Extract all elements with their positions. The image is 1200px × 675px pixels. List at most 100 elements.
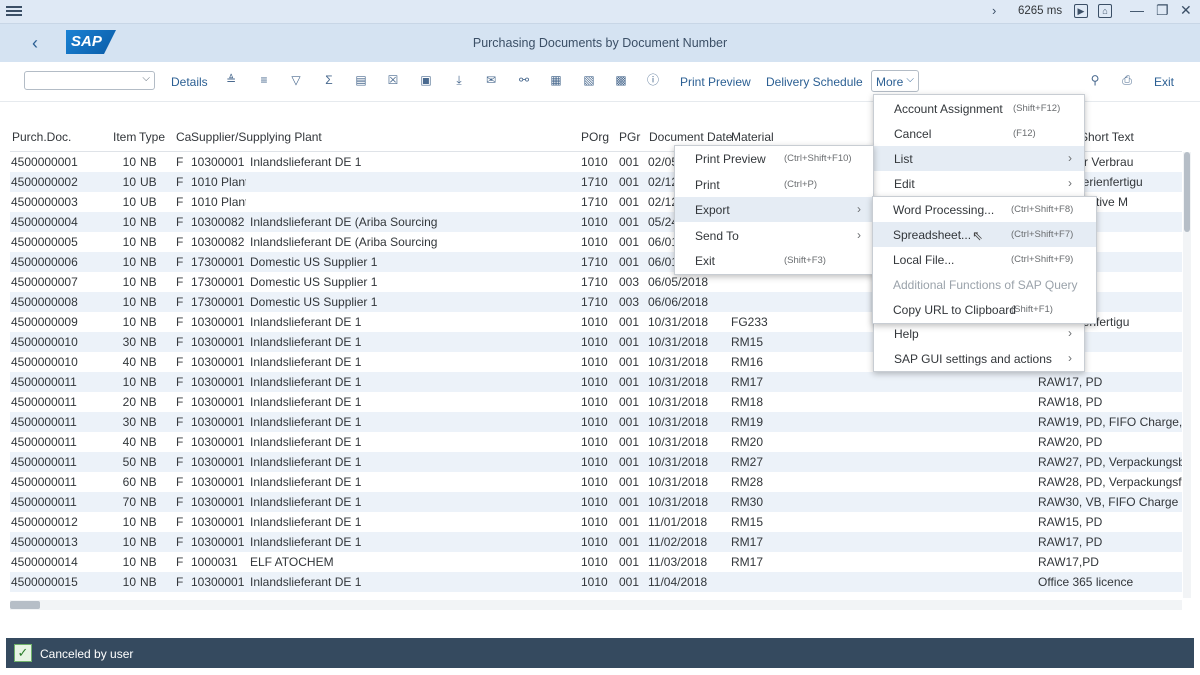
chevron-right-icon: › [1068, 176, 1072, 190]
scroll-thumb[interactable] [1184, 152, 1190, 232]
chevron-right-icon: › [857, 227, 861, 242]
status-message: Canceled by user [40, 647, 134, 661]
menu-item-label: Cancel [894, 127, 932, 141]
search-icon[interactable]: ⚲ [1088, 73, 1102, 87]
table-row[interactable]: 4500000011 30 NB F 10300001 Inlandslieferant … [10, 412, 1182, 432]
column-header[interactable]: Short Text [1080, 130, 1134, 144]
vertical-scrollbar[interactable] [1183, 152, 1191, 598]
graphic-icon[interactable]: ⚯ [517, 73, 531, 87]
exit-button[interactable]: Exit [1154, 75, 1174, 89]
menu-item-sap-gui-settings-and-actions[interactable]: SAP GUI settings and actions › [874, 346, 1084, 371]
menu-item-export[interactable]: Export › [675, 197, 873, 222]
table-cell: 1010 Plant 1 DE [191, 175, 246, 189]
menu-item-list[interactable]: List › [874, 146, 1084, 171]
table-cell: 4500000001 [11, 155, 78, 169]
save-layout-icon[interactable]: ▩ [614, 73, 628, 87]
menu-icon[interactable] [6, 4, 22, 18]
sort-descending-icon[interactable]: ≡ [257, 73, 271, 87]
menu-item-spreadsheet[interactable]: Spreadsheet... (Ctrl+Shift+F7) [873, 222, 1096, 247]
mail-icon[interactable]: ✉ [484, 73, 498, 87]
minimize-icon[interactable]: — [1130, 2, 1144, 18]
menu-item-local-file[interactable]: Local File... (Ctrl+Shift+F9) [873, 247, 1096, 272]
delivery-schedule-button[interactable]: Delivery Schedule [766, 75, 863, 89]
menu-item-exit[interactable]: Exit (Shift+F3) [675, 248, 873, 273]
table-cell: NB [140, 275, 157, 289]
horizontal-scrollbar[interactable] [10, 600, 1182, 610]
print-icon[interactable]: ⎙ [1120, 73, 1134, 87]
table-cell: 10300001 [191, 535, 245, 549]
column-header[interactable]: Purch.Doc. [12, 130, 71, 144]
choose-layout-icon[interactable]: ▧ [582, 73, 596, 87]
subtotal-icon[interactable]: ▤ [354, 73, 368, 87]
table-row[interactable]: 4500000011 50 NB F 10300001 Inlandslieferant … [10, 452, 1182, 472]
table-cell: RAW28, PD, Verpackungsfol [1038, 475, 1182, 489]
table-cell: 1010 [581, 575, 608, 589]
table-row[interactable]: 4500000013 10 NB F 10300001 Inlandslieferant … [10, 532, 1182, 552]
table-cell: 4500000010 [11, 335, 78, 349]
details-button[interactable]: Details [171, 75, 208, 89]
info-icon[interactable]: ⓘ [646, 73, 660, 87]
menu-item-shortcut: (Shift+F1) [1011, 304, 1053, 315]
column-header[interactable]: Supplier/Supplying Plant [191, 130, 322, 144]
menu-item-send-to[interactable]: Send To › [675, 223, 873, 248]
table-cell: NB [140, 395, 157, 409]
table-cell: F [176, 495, 184, 509]
sum-icon[interactable]: Σ [322, 73, 336, 87]
column-header[interactable]: POrg [581, 130, 609, 144]
column-header[interactable]: PGr [619, 130, 640, 144]
table-cell: 1010 Plant 1 DE [191, 195, 246, 209]
print-preview-button[interactable]: Print Preview [680, 75, 751, 89]
table-cell: RAW18, PD [1038, 395, 1103, 409]
table-row[interactable]: 4500000011 60 NB F 10300001 Inlandslieferant … [10, 472, 1182, 492]
table-cell: RAW20, PD [1038, 435, 1103, 449]
success-check-icon[interactable]: ✓ [14, 644, 32, 662]
table-row[interactable]: 4500000011 40 NB F 10300001 Inlandslieferant … [10, 432, 1182, 452]
table-cell: 1010 [581, 555, 608, 569]
more-button[interactable]: More ⌵ [871, 70, 919, 92]
menu-item-account-assignment[interactable]: Account Assignment (Shift+F12) [874, 96, 1084, 121]
word-icon[interactable]: ▣ [419, 73, 433, 87]
table-cell: 1010 [581, 375, 608, 389]
column-header[interactable]: Ca [176, 130, 191, 144]
lock-icon[interactable]: ⌂ [1098, 4, 1112, 18]
column-header[interactable]: Item [113, 130, 136, 144]
filter-icon[interactable]: ▽ [289, 73, 303, 87]
chevron-right-icon[interactable]: › [992, 3, 996, 18]
menu-item-print-preview[interactable]: Print Preview (Ctrl+Shift+F10) [675, 146, 873, 171]
menu-item-label: SAP GUI settings and actions [894, 352, 1052, 366]
table-row[interactable]: 4500000011 10 NB F 10300001 Inlandslieferant … [10, 372, 1182, 392]
restore-icon[interactable]: ❐ [1156, 2, 1169, 19]
column-header[interactable]: Type [139, 130, 165, 144]
table-cell: Inlandslieferant DE 1 [250, 315, 362, 329]
column-header[interactable]: Material [731, 130, 774, 144]
table-row[interactable]: 4500000012 10 NB F 10300001 Inlandslieferant … [10, 512, 1182, 532]
table-cell: Inlandslieferant DE 1 [250, 575, 362, 589]
calculate-icon[interactable]: ☒ [386, 73, 400, 87]
column-header[interactable]: Document Date [649, 130, 732, 144]
menu-item-edit[interactable]: Edit › [874, 171, 1084, 196]
chevron-right-icon: › [1068, 326, 1072, 340]
variant-select[interactable]: ⌵ [24, 71, 155, 90]
download-icon[interactable]: ⤓ [452, 73, 466, 87]
table-row[interactable]: 4500000011 70 NB F 10300001 Inlandslieferant … [10, 492, 1182, 512]
close-icon[interactable]: ✕ [1180, 2, 1192, 19]
play-icon[interactable]: ▶ [1074, 4, 1088, 18]
table-cell: RM19 [731, 415, 764, 429]
table-row[interactable]: 4500000011 20 NB F 10300001 Inlandslieferant … [10, 392, 1182, 412]
menu-item-cancel[interactable]: Cancel (F12) [874, 121, 1084, 146]
menu-item-word-processing[interactable]: Word Processing... (Ctrl+Shift+F8) [873, 197, 1096, 222]
table-cell: F [176, 455, 184, 469]
table-row[interactable]: 4500000015 10 NB F 10300001 Inlandslieferant … [10, 572, 1182, 592]
table-cell: 1010 [581, 355, 608, 369]
table-row[interactable]: 4500000014 10 NB F 1000031 ELF ATOCHEM 1010 001… [10, 552, 1182, 572]
menu-item-help[interactable]: Help › [874, 321, 1084, 346]
table-cell: 001 [619, 235, 640, 249]
menu-item-label: Edit [894, 177, 915, 191]
layout-icon[interactable]: ▦ [549, 73, 563, 87]
menu-item-print[interactable]: Print (Ctrl+P) [675, 172, 873, 197]
scroll-thumb[interactable] [10, 601, 40, 609]
table-cell: NB [140, 475, 157, 489]
sort-ascending-icon[interactable]: ≜ [224, 73, 238, 87]
table-cell: F [176, 575, 184, 589]
menu-item-copy-url-to-clipboard[interactable]: Copy URL to Clipboard (Shift+F1) [873, 297, 1096, 322]
